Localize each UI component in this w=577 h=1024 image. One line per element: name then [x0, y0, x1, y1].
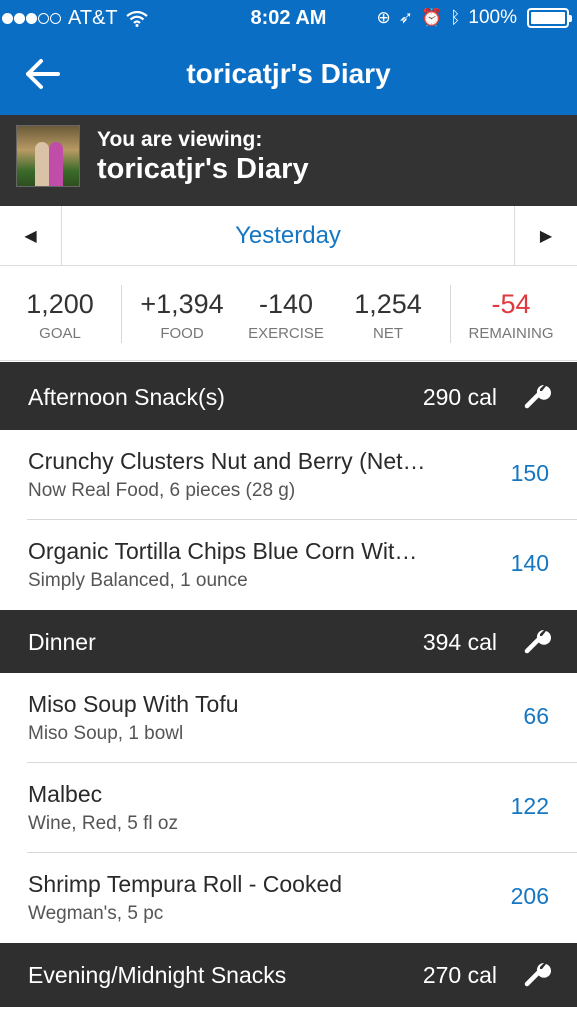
food-description: Wegman's, 5 pc [28, 903, 164, 924]
summary-remaining: -54 REMAINING [460, 289, 562, 342]
date-label[interactable]: Yesterday [62, 206, 514, 265]
viewing-banner: You are viewing: toricatjr's Diary [0, 115, 577, 206]
section-calories: 290 cal [422, 384, 497, 410]
avatar-person-shape [35, 142, 49, 186]
summary-food: +1,394 FOOD [134, 289, 230, 342]
food-name: Malbec [28, 781, 103, 807]
previous-day-button[interactable]: ◀ [0, 206, 62, 265]
section-calories: 270 cal [422, 962, 497, 988]
remaining-value: -54 [491, 289, 531, 319]
food-calories: 66 [523, 703, 549, 729]
summary-divider [121, 285, 122, 343]
food-entry[interactable]: Miso Soup With Tofu Miso Soup, 1 bowl 66 [0, 673, 577, 763]
food-calories: 150 [510, 460, 549, 486]
net-value: 1,254 [354, 289, 422, 319]
app-header: AT&T 8:02 AM ⊕ ➶ ⏰ ᛒ 100% toricatjr's Di… [0, 0, 577, 115]
food-calories: 122 [510, 793, 549, 819]
status-bar: AT&T 8:02 AM ⊕ ➶ ⏰ ᛒ 100% [0, 0, 577, 36]
viewing-label: You are viewing: [97, 128, 263, 151]
food-entry[interactable]: Crunchy Clusters Nut and Berry (Net… Now… [0, 430, 577, 520]
food-value: +1,394 [140, 289, 224, 319]
section-title: Afternoon Snack(s) [28, 384, 225, 410]
nav-bar: toricatjr's Diary [0, 36, 577, 115]
section-header-dinner: Dinner 394 cal [0, 610, 577, 673]
food-calories: 140 [510, 550, 549, 576]
section-title: Evening/Midnight Snacks [28, 962, 287, 988]
section-header-evening-snacks: Evening/Midnight Snacks 270 cal [0, 943, 577, 1007]
food-entry[interactable]: Shrimp Tempura Roll - Cooked Wegman's, 5… [0, 853, 577, 943]
wrench-icon[interactable] [523, 382, 551, 410]
goal-value: 1,200 [26, 289, 94, 319]
date-navigator: ◀ Yesterday ▶ [0, 206, 577, 266]
section-title: Dinner [28, 629, 96, 655]
wrench-icon[interactable] [523, 960, 551, 988]
food-description: Wine, Red, 5 fl oz [28, 813, 178, 834]
summary-divider [450, 285, 451, 343]
summary-net: 1,254 NET [342, 289, 434, 342]
bluetooth-icon: ᛒ [450, 8, 461, 27]
triangle-left-icon: ◀ [24, 227, 37, 245]
battery-icon [527, 8, 572, 28]
food-calories: 206 [510, 883, 549, 909]
food-entry[interactable]: Malbec Wine, Red, 5 fl oz 122 [0, 763, 577, 853]
food-description: Simply Balanced, 1 ounce [28, 570, 248, 591]
status-icons: ⊕ ➶ ⏰ ᛒ 100% [376, 7, 572, 29]
food-name: Shrimp Tempura Roll - Cooked [28, 871, 343, 897]
alarm-clock-icon: ⏰ [421, 8, 443, 27]
goal-label: GOAL [39, 325, 81, 342]
food-name: Crunchy Clusters Nut and Berry (Net… [28, 448, 426, 474]
net-label: NET [373, 325, 403, 342]
next-day-button[interactable]: ▶ [514, 206, 577, 265]
section-header-afternoon-snacks: Afternoon Snack(s) 290 cal [0, 362, 577, 430]
triangle-right-icon: ▶ [539, 227, 553, 245]
exercise-value: -140 [258, 289, 314, 319]
food-description: Now Real Food, 6 pieces (28 g) [28, 480, 296, 501]
food-description: Miso Soup, 1 bowl [28, 723, 184, 744]
section-calories: 394 cal [422, 629, 497, 655]
page-title: toricatjr's Diary [186, 58, 391, 89]
avatar-person-shape [49, 142, 63, 186]
exercise-label: EXERCISE [248, 325, 324, 342]
food-label: FOOD [160, 325, 204, 342]
food-name: Organic Tortilla Chips Blue Corn Wit… [28, 538, 418, 564]
food-entry[interactable]: Organic Tortilla Chips Blue Corn Wit… Si… [0, 520, 577, 610]
food-name: Miso Soup With Tofu [28, 691, 239, 717]
calorie-summary: 1,200 GOAL +1,394 FOOD -140 EXERCISE 1,2… [0, 267, 577, 361]
rotation-lock-icon: ⊕ [376, 8, 391, 27]
summary-goal: 1,200 GOAL [14, 289, 106, 342]
location-arrow-icon: ➶ [398, 8, 414, 27]
viewing-diary-name: toricatjr's Diary [97, 153, 309, 185]
battery-percent: 100% [468, 7, 517, 28]
summary-exercise: -140 EXERCISE [240, 289, 332, 342]
remaining-label: REMAINING [468, 325, 554, 342]
wrench-icon[interactable] [523, 627, 551, 655]
avatar [16, 125, 80, 187]
